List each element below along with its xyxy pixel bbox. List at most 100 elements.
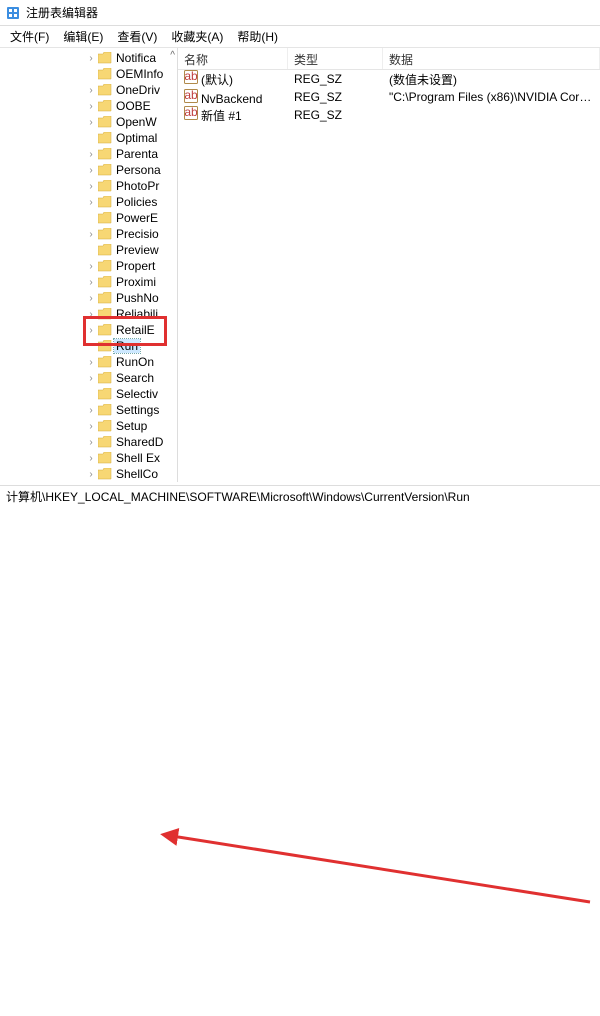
expander-icon[interactable]: ›	[86, 261, 96, 272]
menu-edit[interactable]: 编辑(E)	[57, 26, 109, 47]
svg-text:ab: ab	[184, 106, 198, 119]
cell-name: ab新值 #1	[178, 105, 288, 125]
col-header-type[interactable]: 类型	[288, 48, 383, 69]
tree-item-label: PowerE	[114, 211, 160, 225]
tree-item[interactable]: OEMInfo	[0, 66, 177, 82]
col-header-name[interactable]: 名称	[178, 48, 288, 69]
tree-item[interactable]: PowerE	[0, 210, 177, 226]
tree-item[interactable]: › Proximi	[0, 274, 177, 290]
tree-item[interactable]: ›Propert	[0, 258, 177, 274]
tree-item[interactable]: Preview	[0, 242, 177, 258]
folder-icon	[98, 292, 112, 304]
tree-item[interactable]: › Notifica	[0, 50, 177, 66]
tree: ›NotificaOEMInfo›OneDriv›OOBE›OpenWOptim…	[0, 48, 177, 482]
cell-name: ab(默认)	[178, 69, 288, 89]
expander-icon[interactable]: ›	[86, 453, 96, 464]
tree-item-label: RetailE	[114, 323, 157, 337]
expander-icon[interactable]: ›	[86, 357, 96, 368]
expander-icon[interactable]: ›	[86, 277, 96, 288]
tree-item-label: Search	[114, 371, 156, 385]
tree-panel[interactable]: ^ ›NotificaOEMInfo›OneDriv›OOBE›OpenWOpt…	[0, 48, 178, 482]
tree-item-label: Reliabili	[114, 307, 160, 321]
folder-icon	[98, 420, 112, 432]
col-header-data[interactable]: 数据	[383, 48, 600, 69]
tree-item-label: Notifica	[114, 51, 158, 65]
expander-icon[interactable]: ›	[86, 437, 96, 448]
folder-icon	[98, 372, 112, 384]
value-name: 新值 #1	[201, 109, 242, 123]
expander-icon[interactable]: ›	[86, 469, 96, 480]
menu-help[interactable]: 帮助(H)	[231, 26, 284, 47]
list-row[interactable]: abNvBackendREG_SZ"C:\Program Files (x86)…	[178, 88, 600, 106]
expander-icon[interactable]: ›	[86, 53, 96, 64]
svg-text:ab: ab	[184, 70, 198, 83]
cell-data: "C:\Program Files (x86)\NVIDIA Corpora	[383, 89, 600, 105]
scroll-up-indicator: ^	[170, 50, 175, 61]
list-row[interactable]: ab新值 #1REG_SZ	[178, 106, 600, 124]
tree-item[interactable]: › OpenW	[0, 114, 177, 130]
tree-item[interactable]: ›OneDriv	[0, 82, 177, 98]
menu-file[interactable]: 文件(F)	[4, 26, 55, 47]
menubar: 文件(F) 编辑(E) 查看(V) 收藏夹(A) 帮助(H)	[0, 26, 600, 48]
expander-icon[interactable]: ›	[86, 405, 96, 416]
cell-type: REG_SZ	[288, 71, 383, 87]
tree-item[interactable]: ›OOBE	[0, 98, 177, 114]
content-area: ^ ›NotificaOEMInfo›OneDriv›OOBE›OpenWOpt…	[0, 48, 600, 482]
expander-icon[interactable]: ›	[86, 373, 96, 384]
tree-item[interactable]: Optimal	[0, 130, 177, 146]
folder-icon	[98, 468, 112, 480]
titlebar: 注册表编辑器	[0, 0, 600, 26]
menu-view[interactable]: 查看(V)	[111, 26, 163, 47]
tree-item[interactable]: ›PushNo	[0, 290, 177, 306]
tree-item[interactable]: ›Parenta	[0, 146, 177, 162]
expander-icon[interactable]: ›	[86, 229, 96, 240]
folder-icon	[98, 260, 112, 272]
expander-icon[interactable]: ›	[86, 309, 96, 320]
expander-icon[interactable]: ›	[86, 325, 96, 336]
folder-icon	[98, 164, 112, 176]
expander-icon[interactable]: ›	[86, 165, 96, 176]
expander-icon[interactable]: ›	[86, 85, 96, 96]
folder-icon	[98, 308, 112, 320]
expander-icon[interactable]: ›	[86, 101, 96, 112]
tree-item-label: Proximi	[114, 275, 158, 289]
tree-item[interactable]: ›Shell Ex	[0, 450, 177, 466]
tree-item[interactable]: › Search	[0, 370, 177, 386]
expander-icon[interactable]: ›	[86, 293, 96, 304]
tree-item[interactable]: › Reliabili	[0, 306, 177, 322]
tree-item-label: Preview	[114, 243, 161, 257]
status-path: 计算机\HKEY_LOCAL_MACHINE\SOFTWARE\Microsof…	[6, 488, 470, 505]
list-header: 名称 类型 数据	[178, 48, 600, 70]
folder-icon	[98, 148, 112, 160]
tree-item[interactable]: › RetailE	[0, 322, 177, 338]
tree-item[interactable]: ›Setup	[0, 418, 177, 434]
menu-favorites[interactable]: 收藏夹(A)	[165, 26, 229, 47]
list-row[interactable]: ab(默认)REG_SZ(数值未设置)	[178, 70, 600, 88]
tree-item[interactable]: ›Precisio	[0, 226, 177, 242]
tree-item-label: Run	[114, 339, 140, 353]
tree-item-label: RunOn	[114, 355, 156, 369]
tree-item[interactable]: ›Persona	[0, 162, 177, 178]
tree-item-label: Settings	[114, 403, 161, 417]
expander-icon[interactable]: ›	[86, 197, 96, 208]
folder-icon	[98, 196, 112, 208]
tree-item[interactable]: Selectiv	[0, 386, 177, 402]
tree-item[interactable]: ›Policies	[0, 194, 177, 210]
list-panel[interactable]: 名称 类型 数据 ab(默认)REG_SZ(数值未设置)abNvBackendR…	[178, 48, 600, 482]
folder-icon	[98, 324, 112, 336]
annotation-arrow	[0, 507, 600, 1016]
tree-item[interactable]: ›ShellCo	[0, 466, 177, 482]
tree-item[interactable]: ›PhotoPr	[0, 178, 177, 194]
tree-item-label: OpenW	[114, 115, 159, 129]
tree-item-label: Selectiv	[114, 387, 160, 401]
tree-item[interactable]: › Settings	[0, 402, 177, 418]
expander-icon[interactable]: ›	[86, 149, 96, 160]
tree-item[interactable]: Run	[0, 338, 177, 354]
value-name: NvBackend	[201, 92, 262, 106]
expander-icon[interactable]: ›	[86, 181, 96, 192]
folder-icon	[98, 244, 112, 256]
expander-icon[interactable]: ›	[86, 421, 96, 432]
tree-item[interactable]: › RunOn	[0, 354, 177, 370]
expander-icon[interactable]: ›	[86, 117, 96, 128]
tree-item[interactable]: ›SharedD	[0, 434, 177, 450]
